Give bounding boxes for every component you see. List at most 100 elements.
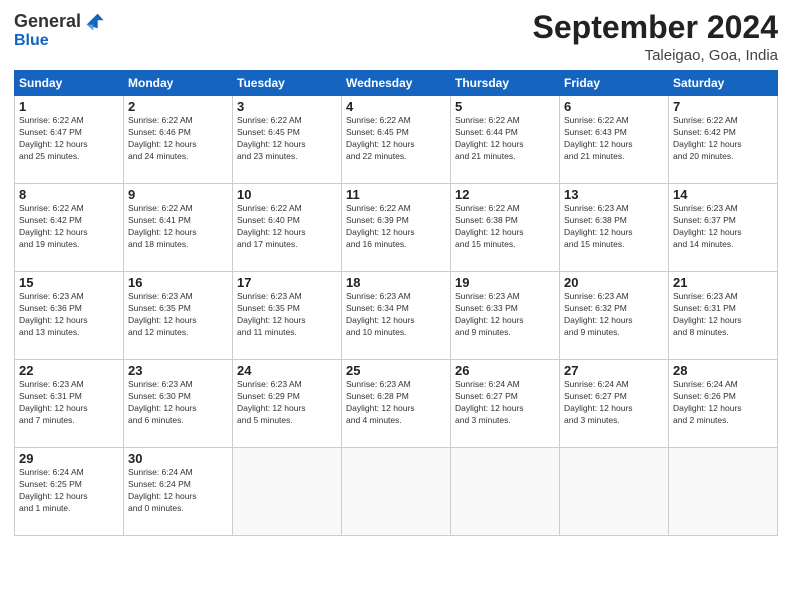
day-info: Sunrise: 6:24 AM Sunset: 6:26 PM Dayligh… [673,379,773,427]
table-row: 12Sunrise: 6:22 AM Sunset: 6:38 PM Dayli… [451,184,560,272]
table-row: 21Sunrise: 6:23 AM Sunset: 6:31 PM Dayli… [669,272,778,360]
day-info: Sunrise: 6:23 AM Sunset: 6:35 PM Dayligh… [128,291,228,339]
day-info: Sunrise: 6:23 AM Sunset: 6:36 PM Dayligh… [19,291,119,339]
day-number: 6 [564,99,664,114]
day-number: 9 [128,187,228,202]
day-info: Sunrise: 6:23 AM Sunset: 6:29 PM Dayligh… [237,379,337,427]
calendar-table: Sunday Monday Tuesday Wednesday Thursday… [14,70,778,536]
day-number: 10 [237,187,337,202]
day-number: 30 [128,451,228,466]
day-info: Sunrise: 6:23 AM Sunset: 6:33 PM Dayligh… [455,291,555,339]
day-info: Sunrise: 6:22 AM Sunset: 6:42 PM Dayligh… [673,115,773,163]
day-info: Sunrise: 6:24 AM Sunset: 6:24 PM Dayligh… [128,467,228,515]
day-number: 21 [673,275,773,290]
day-number: 3 [237,99,337,114]
calendar-week-5: 29Sunrise: 6:24 AM Sunset: 6:25 PM Dayli… [15,448,778,536]
day-info: Sunrise: 6:24 AM Sunset: 6:27 PM Dayligh… [564,379,664,427]
col-saturday: Saturday [669,71,778,96]
col-wednesday: Wednesday [342,71,451,96]
table-row: 3Sunrise: 6:22 AM Sunset: 6:45 PM Daylig… [233,96,342,184]
day-number: 12 [455,187,555,202]
month-title: September 2024 [533,10,778,45]
table-row: 2Sunrise: 6:22 AM Sunset: 6:46 PM Daylig… [124,96,233,184]
table-row: 22Sunrise: 6:23 AM Sunset: 6:31 PM Dayli… [15,360,124,448]
day-number: 4 [346,99,446,114]
day-number: 13 [564,187,664,202]
col-tuesday: Tuesday [233,71,342,96]
day-info: Sunrise: 6:23 AM Sunset: 6:38 PM Dayligh… [564,203,664,251]
day-info: Sunrise: 6:22 AM Sunset: 6:45 PM Dayligh… [346,115,446,163]
day-info: Sunrise: 6:23 AM Sunset: 6:37 PM Dayligh… [673,203,773,251]
day-info: Sunrise: 6:23 AM Sunset: 6:28 PM Dayligh… [346,379,446,427]
day-info: Sunrise: 6:23 AM Sunset: 6:30 PM Dayligh… [128,379,228,427]
location-title: Taleigao, Goa, India [533,47,778,64]
day-number: 27 [564,363,664,378]
day-info: Sunrise: 6:23 AM Sunset: 6:34 PM Dayligh… [346,291,446,339]
col-thursday: Thursday [451,71,560,96]
day-info: Sunrise: 6:22 AM Sunset: 6:40 PM Dayligh… [237,203,337,251]
table-row: 29Sunrise: 6:24 AM Sunset: 6:25 PM Dayli… [15,448,124,536]
table-row: 11Sunrise: 6:22 AM Sunset: 6:39 PM Dayli… [342,184,451,272]
table-row [233,448,342,536]
day-number: 17 [237,275,337,290]
table-row: 13Sunrise: 6:23 AM Sunset: 6:38 PM Dayli… [560,184,669,272]
day-number: 11 [346,187,446,202]
table-row [342,448,451,536]
table-row: 25Sunrise: 6:23 AM Sunset: 6:28 PM Dayli… [342,360,451,448]
day-info: Sunrise: 6:23 AM Sunset: 6:32 PM Dayligh… [564,291,664,339]
logo-blue-text: Blue [14,32,49,50]
page-container: General Blue September 2024 Taleigao, Go… [0,0,792,612]
day-number: 14 [673,187,773,202]
day-number: 2 [128,99,228,114]
table-row: 26Sunrise: 6:24 AM Sunset: 6:27 PM Dayli… [451,360,560,448]
day-number: 24 [237,363,337,378]
day-info: Sunrise: 6:24 AM Sunset: 6:27 PM Dayligh… [455,379,555,427]
table-row: 30Sunrise: 6:24 AM Sunset: 6:24 PM Dayli… [124,448,233,536]
calendar-header-row: Sunday Monday Tuesday Wednesday Thursday… [15,71,778,96]
day-number: 20 [564,275,664,290]
day-info: Sunrise: 6:23 AM Sunset: 6:31 PM Dayligh… [673,291,773,339]
day-number: 15 [19,275,119,290]
day-info: Sunrise: 6:22 AM Sunset: 6:42 PM Dayligh… [19,203,119,251]
table-row: 24Sunrise: 6:23 AM Sunset: 6:29 PM Dayli… [233,360,342,448]
calendar-week-4: 22Sunrise: 6:23 AM Sunset: 6:31 PM Dayli… [15,360,778,448]
col-friday: Friday [560,71,669,96]
day-number: 5 [455,99,555,114]
table-row: 7Sunrise: 6:22 AM Sunset: 6:42 PM Daylig… [669,96,778,184]
calendar-week-3: 15Sunrise: 6:23 AM Sunset: 6:36 PM Dayli… [15,272,778,360]
table-row: 14Sunrise: 6:23 AM Sunset: 6:37 PM Dayli… [669,184,778,272]
day-info: Sunrise: 6:22 AM Sunset: 6:45 PM Dayligh… [237,115,337,163]
day-info: Sunrise: 6:24 AM Sunset: 6:25 PM Dayligh… [19,467,119,515]
day-number: 22 [19,363,119,378]
logo-general-text: General [14,12,81,30]
table-row: 28Sunrise: 6:24 AM Sunset: 6:26 PM Dayli… [669,360,778,448]
day-number: 19 [455,275,555,290]
logo-icon [83,10,105,32]
day-number: 29 [19,451,119,466]
day-number: 1 [19,99,119,114]
table-row: 19Sunrise: 6:23 AM Sunset: 6:33 PM Dayli… [451,272,560,360]
table-row [560,448,669,536]
day-info: Sunrise: 6:22 AM Sunset: 6:41 PM Dayligh… [128,203,228,251]
table-row [451,448,560,536]
table-row: 27Sunrise: 6:24 AM Sunset: 6:27 PM Dayli… [560,360,669,448]
table-row: 6Sunrise: 6:22 AM Sunset: 6:43 PM Daylig… [560,96,669,184]
table-row: 8Sunrise: 6:22 AM Sunset: 6:42 PM Daylig… [15,184,124,272]
table-row: 1Sunrise: 6:22 AM Sunset: 6:47 PM Daylig… [15,96,124,184]
day-info: Sunrise: 6:22 AM Sunset: 6:47 PM Dayligh… [19,115,119,163]
header: General Blue September 2024 Taleigao, Go… [14,10,778,64]
table-row: 20Sunrise: 6:23 AM Sunset: 6:32 PM Dayli… [560,272,669,360]
day-number: 26 [455,363,555,378]
day-number: 25 [346,363,446,378]
table-row: 18Sunrise: 6:23 AM Sunset: 6:34 PM Dayli… [342,272,451,360]
day-info: Sunrise: 6:22 AM Sunset: 6:46 PM Dayligh… [128,115,228,163]
table-row: 16Sunrise: 6:23 AM Sunset: 6:35 PM Dayli… [124,272,233,360]
table-row: 10Sunrise: 6:22 AM Sunset: 6:40 PM Dayli… [233,184,342,272]
day-info: Sunrise: 6:22 AM Sunset: 6:44 PM Dayligh… [455,115,555,163]
logo: General Blue [14,10,105,50]
day-info: Sunrise: 6:23 AM Sunset: 6:35 PM Dayligh… [237,291,337,339]
col-monday: Monday [124,71,233,96]
table-row: 15Sunrise: 6:23 AM Sunset: 6:36 PM Dayli… [15,272,124,360]
title-block: September 2024 Taleigao, Goa, India [533,10,778,64]
day-info: Sunrise: 6:22 AM Sunset: 6:39 PM Dayligh… [346,203,446,251]
